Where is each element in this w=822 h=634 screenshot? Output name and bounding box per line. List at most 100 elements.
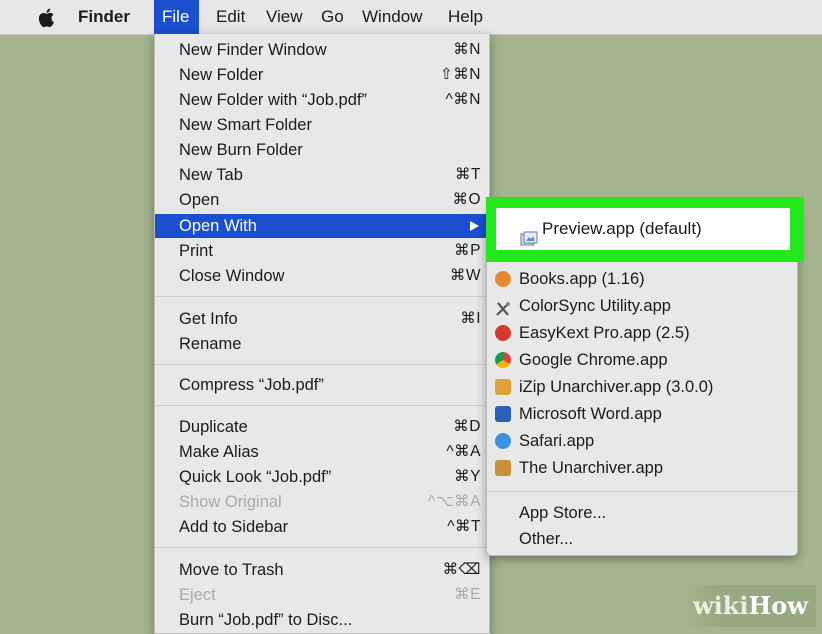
menu-help[interactable]: Help — [440, 0, 491, 34]
menu-item-new-burn-folder[interactable]: New Burn Folder — [155, 138, 489, 162]
app-item-label: EasyKext Pro.app (2.5) — [519, 324, 690, 342]
app-item-safari[interactable]: Safari.app — [487, 427, 797, 455]
shortcut-label: ^⌘T — [447, 518, 481, 535]
app-item-label: iZip Unarchiver.app (3.0.0) — [519, 378, 714, 396]
menu-separator — [155, 405, 489, 406]
app-item-books[interactable]: Books.app (1.16) — [487, 265, 797, 293]
menu-item-new-tab[interactable]: New Tab ⌘T — [155, 163, 489, 187]
menu-item-rename[interactable]: Rename — [155, 332, 489, 356]
shortcut-label: ⌘P — [454, 242, 481, 259]
menu-item-duplicate[interactable]: Duplicate ⌘D — [155, 415, 489, 439]
word-icon — [495, 406, 511, 422]
shortcut-label: ^⌘N — [445, 91, 481, 108]
shortcut-label: ⌘O — [452, 191, 481, 208]
shortcut-label: ^⌥⌘A — [428, 493, 481, 510]
app-item-label: Preview.app (default) — [542, 219, 702, 238]
menu-item-label: New Folder with “Job.pdf” — [179, 91, 367, 109]
menu-item-label: Quick Look “Job.pdf” — [179, 468, 332, 486]
menu-item-get-info[interactable]: Get Info ⌘I — [155, 307, 489, 331]
menu-item-label: Duplicate — [179, 418, 248, 436]
menu-separator — [155, 547, 489, 548]
menu-item-label: New Tab — [179, 166, 243, 184]
izip-icon — [495, 379, 511, 395]
app-item-unarchiver[interactable]: The Unarchiver.app — [487, 454, 797, 482]
books-icon — [495, 271, 511, 287]
menu-item-label: New Finder Window — [179, 41, 327, 59]
safari-icon — [495, 433, 511, 449]
shortcut-label: ⌘D — [453, 418, 481, 435]
menu-item-new-finder-window[interactable]: New Finder Window ⌘N — [155, 38, 489, 62]
menu-item-compress[interactable]: Compress “Job.pdf” — [155, 373, 489, 397]
watermark-text-part2: How — [748, 591, 808, 620]
menu-item-print[interactable]: Print ⌘P — [155, 239, 489, 263]
menu-item-new-smart-folder[interactable]: New Smart Folder — [155, 113, 489, 137]
app-item-chrome[interactable]: Google Chrome.app — [487, 346, 797, 374]
shortcut-label: ⌘W — [449, 267, 481, 284]
menu-item-label: Get Info — [179, 310, 238, 328]
menu-item-new-folder[interactable]: New Folder ⇧⌘N — [155, 63, 489, 87]
menu-item-label: Make Alias — [179, 443, 259, 461]
menu-item-label: Add to Sidebar — [179, 518, 289, 536]
menu-item-add-to-sidebar[interactable]: Add to Sidebar ^⌘T — [155, 515, 489, 539]
watermark-text-part1: wiki — [693, 591, 749, 620]
easykext-icon — [495, 325, 511, 341]
menu-item-label: Open — [179, 191, 220, 209]
menu-item-burn-to-disc[interactable]: Burn “Job.pdf” to Disc... — [155, 608, 489, 632]
menu-separator — [155, 296, 489, 297]
shortcut-label: ⌘N — [453, 41, 481, 58]
menu-item-label: New Smart Folder — [179, 116, 312, 134]
app-item-easykext[interactable]: EasyKext Pro.app (2.5) — [487, 319, 797, 347]
menu-item-new-folder-with-selection[interactable]: New Folder with “Job.pdf” ^⌘N — [155, 88, 489, 112]
app-item-izip[interactable]: iZip Unarchiver.app (3.0.0) — [487, 373, 797, 401]
menu-item-show-original: Show Original ^⌥⌘A — [155, 490, 489, 514]
menu-item-label: New Burn Folder — [179, 141, 303, 159]
app-item-word[interactable]: Microsoft Word.app — [487, 400, 797, 428]
menu-item-open[interactable]: Open ⌘O — [155, 188, 489, 212]
app-item-label: Other... — [519, 530, 574, 548]
menu-item-label: Open With — [179, 217, 257, 235]
shortcut-label: ⌘T — [455, 166, 481, 183]
shortcut-label: ⌘⌫ — [442, 561, 481, 578]
menu-item-label: Compress “Job.pdf” — [179, 376, 324, 394]
menu-item-app-store[interactable]: App Store... — [487, 499, 797, 527]
menu-edit[interactable]: Edit — [208, 0, 253, 34]
app-item-label: Microsoft Word.app — [519, 405, 662, 423]
app-item-label: Google Chrome.app — [519, 351, 668, 369]
menu-window[interactable]: Window — [354, 0, 430, 34]
app-item-label: The Unarchiver.app — [519, 459, 663, 477]
watermark-logo: wikiHow — [685, 585, 816, 627]
menu-item-quick-look[interactable]: Quick Look “Job.pdf” ⌘Y — [155, 465, 489, 489]
menu-item-open-with[interactable]: Open With — [155, 214, 489, 238]
menu-item-other[interactable]: Other... — [487, 525, 797, 553]
app-item-preview-default[interactable]: Preview.app (default) — [496, 208, 790, 250]
menu-item-label: Print — [179, 242, 213, 260]
menu-item-label: Eject — [179, 586, 216, 604]
menu-item-make-alias[interactable]: Make Alias ^⌘A — [155, 440, 489, 464]
preview-icon — [520, 221, 538, 246]
menu-item-move-to-trash[interactable]: Move to Trash ⌘⌫ — [155, 558, 489, 582]
shortcut-label: ^⌘A — [446, 443, 481, 460]
menu-finder[interactable]: Finder — [70, 0, 138, 34]
shortcut-label: ⌘I — [460, 310, 481, 327]
app-item-colorsync[interactable]: ColorSync Utility.app — [487, 292, 797, 320]
chrome-icon — [495, 352, 511, 368]
menu-item-close-window[interactable]: Close Window ⌘W — [155, 264, 489, 288]
app-item-label: ColorSync Utility.app — [519, 297, 671, 315]
apple-icon[interactable] — [34, 0, 58, 34]
submenu-arrow-icon — [470, 221, 479, 231]
menu-item-label: Show Original — [179, 493, 282, 511]
menu-item-label: Close Window — [179, 267, 285, 285]
menu-item-label: Burn “Job.pdf” to Disc... — [179, 611, 353, 629]
colorsync-icon — [495, 298, 511, 316]
file-menu: New Finder Window ⌘N New Folder ⇧⌘N New Fo… — [154, 34, 490, 634]
menu-go[interactable]: Go — [313, 0, 352, 34]
menu-file[interactable]: File — [154, 0, 199, 34]
shortcut-label: ⇧⌘N — [439, 66, 481, 83]
shortcut-label: ⌘Y — [454, 468, 481, 485]
menu-item-label: Move to Trash — [179, 561, 284, 579]
menu-bar: Finder File Edit View Go Window Help — [0, 0, 822, 35]
shortcut-label: ⌘E — [454, 586, 481, 603]
app-item-label: Books.app (1.16) — [519, 270, 645, 288]
menu-view[interactable]: View — [258, 0, 311, 34]
menu-separator — [487, 491, 797, 492]
